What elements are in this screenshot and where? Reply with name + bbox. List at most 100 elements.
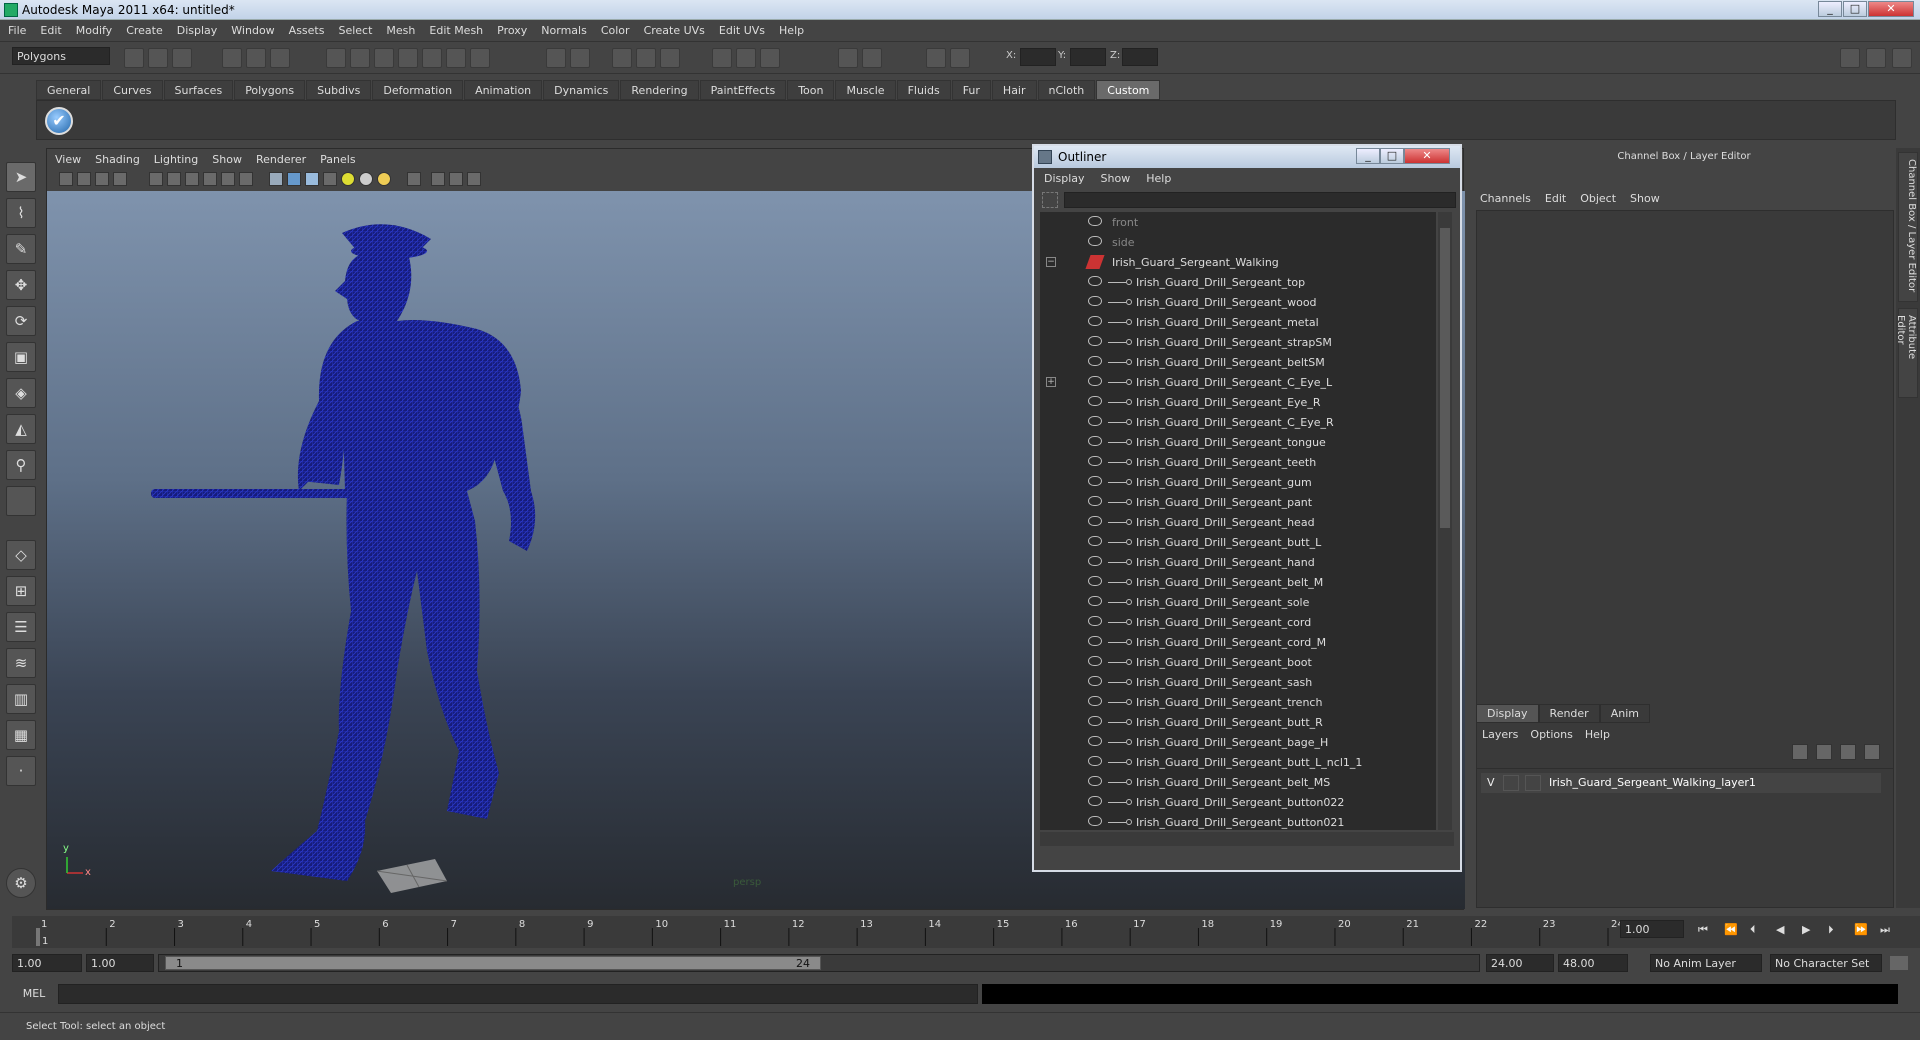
outliner-vertical-scrollbar[interactable] — [1438, 212, 1452, 830]
hypershade-icon[interactable] — [736, 48, 756, 68]
all-lights-icon[interactable] — [359, 172, 373, 186]
last-tool-icon[interactable] — [6, 486, 36, 516]
animation-end-field[interactable]: 48.00 — [1558, 954, 1628, 972]
layer-tab-anim[interactable]: Anim — [1599, 704, 1650, 723]
safe-action-icon[interactable] — [239, 172, 253, 186]
viewport-menu-lighting[interactable]: Lighting — [146, 149, 204, 166]
field-chart-icon[interactable] — [221, 172, 235, 186]
rotate-tool-icon[interactable]: ⟳ — [6, 306, 36, 336]
menu-edit-uvs[interactable]: Edit UVs — [711, 20, 771, 37]
outliner-item[interactable]: Irish_Guard_Drill_Sergeant_teeth — [1040, 452, 1436, 472]
create-layer-from-selected-icon[interactable] — [1864, 744, 1880, 760]
scale-tool-icon[interactable]: ▣ — [6, 342, 36, 372]
resolution-gate-icon[interactable] — [185, 172, 199, 186]
range-slider-track[interactable]: 1 24 — [158, 954, 1480, 972]
viewport-menu-panels[interactable]: Panels — [312, 149, 361, 166]
collapse-icon[interactable]: − — [1046, 257, 1056, 267]
menu-color[interactable]: Color — [593, 20, 636, 37]
persp-graph-layout-icon[interactable]: ≋ — [6, 648, 36, 678]
close-button[interactable]: ✕ — [1868, 1, 1914, 17]
attribute-editor-toggle-icon[interactable] — [1840, 48, 1860, 68]
camera-attributes-icon[interactable] — [77, 172, 91, 186]
shelf-tab-fluids[interactable]: Fluids — [896, 80, 951, 100]
menu-select[interactable]: Select — [330, 20, 378, 37]
snap-view-plane-icon[interactable] — [398, 48, 418, 68]
menu-edit-mesh[interactable]: Edit Mesh — [421, 20, 489, 37]
go-to-start-icon[interactable]: ⏮ — [1698, 923, 1708, 937]
menu-normals[interactable]: Normals — [533, 20, 593, 37]
outliner-filter-field[interactable] — [1064, 192, 1456, 208]
attribute-icon[interactable] — [760, 48, 780, 68]
outliner-item[interactable]: Irish_Guard_Drill_Sergeant_strapSM — [1040, 332, 1436, 352]
go-to-end-icon[interactable]: ⏭ — [1880, 923, 1890, 937]
paint-select-tool-icon[interactable]: ✎ — [6, 234, 36, 264]
soft-modification-icon[interactable]: ◭ — [6, 414, 36, 444]
side-tab-attribute-editor[interactable]: Attribute Editor — [1895, 308, 1918, 398]
cb-menu-edit[interactable]: Edit — [1537, 190, 1572, 205]
new-scene-icon[interactable] — [124, 48, 144, 68]
bookmark-icon[interactable] — [95, 172, 109, 186]
persp-outliner-layout-icon[interactable]: ☰ — [6, 612, 36, 642]
outliner-item[interactable]: Irish_Guard_Drill_Sergeant_button021 — [1040, 812, 1436, 830]
viewport-menu-view[interactable]: View — [47, 149, 87, 166]
layer-tab-render[interactable]: Render — [1538, 704, 1600, 723]
outliner-item[interactable]: Irish_Guard_Drill_Sergeant_bage_H — [1040, 732, 1436, 752]
output-ops-icon[interactable] — [570, 48, 590, 68]
shelf-tab-ncloth[interactable]: nCloth — [1037, 80, 1096, 100]
ipr-render-icon[interactable] — [636, 48, 656, 68]
film-gate-icon[interactable] — [167, 172, 181, 186]
four-view-layout-icon[interactable]: ⊞ — [6, 576, 36, 606]
shelf-tab-muscle[interactable]: Muscle — [835, 80, 896, 100]
outliner-item[interactable]: Irish_Guard_Drill_Sergeant_sole — [1040, 592, 1436, 612]
menu-window[interactable]: Window — [223, 20, 280, 37]
textured-icon[interactable] — [323, 172, 337, 186]
step-back-frame-icon[interactable]: ⏴ — [1750, 923, 1756, 937]
playback-start-field[interactable]: 1.00 — [86, 954, 154, 972]
layout-options-icon[interactable]: · — [6, 756, 36, 786]
outliner-item[interactable]: Irish_Guard_Drill_Sergeant_wood — [1040, 292, 1436, 312]
outliner-item[interactable]: + Irish_Guard_Drill_Sergeant_C_Eye_L — [1040, 372, 1436, 392]
wireframe-on-shaded-icon[interactable] — [305, 172, 319, 186]
outliner-item-front[interactable]: front — [1040, 212, 1436, 232]
expand-icon[interactable]: + — [1046, 377, 1056, 387]
shelf-tab-dynamics[interactable]: Dynamics — [543, 80, 620, 100]
gate-mask-icon[interactable] — [203, 172, 217, 186]
snap-curve-icon[interactable] — [350, 48, 370, 68]
outliner-item[interactable]: Irish_Guard_Drill_Sergeant_belt_MS — [1040, 772, 1436, 792]
menu-modify[interactable]: Modify — [68, 20, 118, 37]
persp-graph-hypergraph-layout-icon[interactable]: ▦ — [6, 720, 36, 750]
history-icon[interactable] — [446, 48, 466, 68]
outliner-item[interactable]: Irish_Guard_Drill_Sergeant_butt_R — [1040, 712, 1436, 732]
move-layer-down-icon[interactable] — [1816, 744, 1832, 760]
create-empty-layer-icon[interactable] — [1840, 744, 1856, 760]
save-scene-icon[interactable] — [172, 48, 192, 68]
menu-set-dropdown[interactable]: Polygons — [12, 47, 110, 65]
outliner-item[interactable]: Irish_Guard_Drill_Sergeant_hand — [1040, 552, 1436, 572]
xray-icon[interactable] — [431, 172, 445, 186]
mel-python-toggle[interactable]: MEL — [12, 984, 56, 1004]
shelf-tab-hair[interactable]: Hair — [991, 80, 1037, 100]
current-time-marker[interactable] — [36, 928, 40, 946]
side-tab-channel-box[interactable]: Channel Box / Layer Editor — [1898, 152, 1918, 302]
menu-assets[interactable]: Assets — [281, 20, 331, 37]
layer-menu-options[interactable]: Options — [1524, 726, 1578, 741]
outliner-maximize-button[interactable]: □ — [1380, 148, 1404, 164]
x-field[interactable] — [1020, 48, 1056, 66]
step-back-key-icon[interactable]: ⏪ — [1724, 923, 1738, 936]
outliner-item[interactable]: Irish_Guard_Drill_Sergeant_trench — [1040, 692, 1436, 712]
cb-menu-show[interactable]: Show — [1622, 190, 1666, 205]
cb-menu-object[interactable]: Object — [1572, 190, 1622, 205]
viewport-menu-show[interactable]: Show — [204, 149, 248, 166]
maximize-button[interactable]: □ — [1843, 1, 1867, 17]
show-render-icon[interactable] — [712, 48, 732, 68]
outliner-filter-icon[interactable] — [1042, 192, 1058, 208]
custom-shelf-check-icon[interactable]: ✔ — [45, 107, 73, 135]
render-settings-icon[interactable] — [660, 48, 680, 68]
range-slider-bar[interactable]: 1 24 — [165, 956, 821, 970]
outliner-item[interactable]: Irish_Guard_Drill_Sergeant_top — [1040, 272, 1436, 292]
shelf-tab-custom[interactable]: Custom — [1096, 80, 1161, 100]
high-quality-icon[interactable] — [467, 172, 481, 186]
universal-manipulator-icon[interactable]: ◈ — [6, 378, 36, 408]
open-scene-icon[interactable] — [148, 48, 168, 68]
outliner-item[interactable]: Irish_Guard_Drill_Sergeant_head — [1040, 512, 1436, 532]
